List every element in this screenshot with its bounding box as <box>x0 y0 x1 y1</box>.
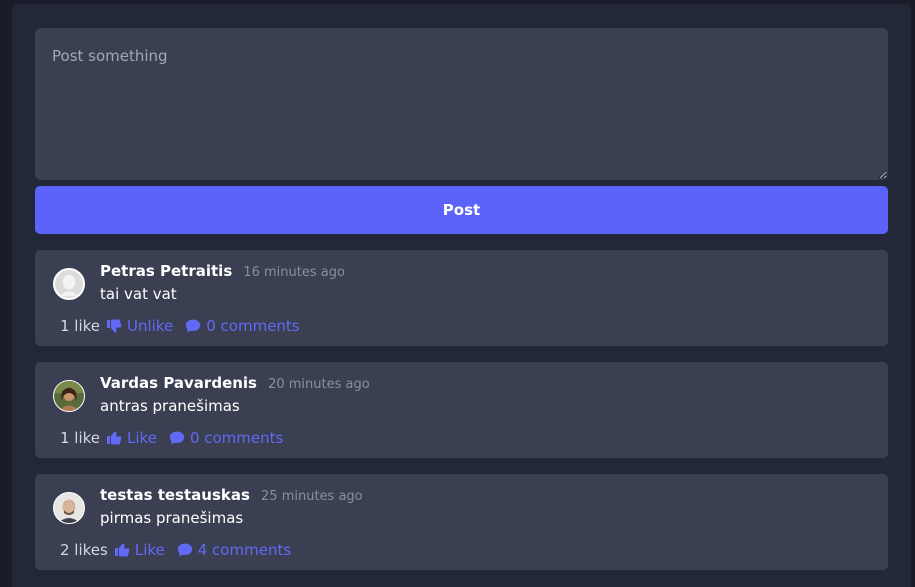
likes-count: 2 likes <box>60 541 108 559</box>
comment-icon <box>169 431 185 445</box>
post-header: Petras Petraitis 16 minutes ago <box>100 261 345 280</box>
like-action-label: Like <box>134 541 165 559</box>
post-actions: 2 likes Like 4 comments <box>60 541 303 559</box>
comments-count: 0 comments <box>206 317 300 335</box>
like-action-label: Like <box>127 429 157 447</box>
post-text: pirmas pranešimas <box>100 509 244 527</box>
comments-link[interactable]: 4 comments <box>177 541 291 559</box>
thumbs-up-icon <box>107 431 122 445</box>
thumbs-down-icon <box>107 319 122 333</box>
like-button[interactable]: Like <box>106 429 157 447</box>
like-action-label: Unlike <box>127 317 174 335</box>
user-photo-icon <box>54 381 84 411</box>
post-author[interactable]: testas testauskas <box>100 486 250 504</box>
like-button[interactable]: Like <box>114 541 165 559</box>
post-author[interactable]: Petras Petraitis <box>100 262 232 280</box>
post-timestamp: 20 minutes ago <box>268 377 370 392</box>
avatar[interactable] <box>53 492 85 524</box>
post-card: testas testauskas 25 minutes ago pirmas … <box>35 474 888 570</box>
post-button[interactable]: Post <box>35 186 888 234</box>
comments-count: 0 comments <box>189 429 284 447</box>
post-actions: 1 like Like 0 comments <box>60 429 295 447</box>
post-author[interactable]: Vardas Pavardenis <box>100 374 257 392</box>
post-feed: Petras Petraitis 16 minutes ago tai vat … <box>35 250 888 586</box>
post-text: antras pranešimas <box>100 397 240 415</box>
likes-count: 1 like <box>60 317 101 335</box>
post-card: Petras Petraitis 16 minutes ago tai vat … <box>35 250 888 346</box>
post-card: Vardas Pavardenis 20 minutes ago antras … <box>35 362 888 458</box>
post-header: Vardas Pavardenis 20 minutes ago <box>100 373 370 392</box>
post-text: tai vat vat <box>100 285 177 303</box>
post-timestamp: 16 minutes ago <box>243 265 345 280</box>
comments-link[interactable]: 0 comments <box>185 317 300 335</box>
thumbs-up-icon <box>114 543 130 557</box>
post-header: testas testauskas 25 minutes ago <box>100 485 363 504</box>
avatar[interactable] <box>53 380 85 412</box>
likes-count: 1 like <box>60 429 101 447</box>
user-photo-icon <box>54 493 84 523</box>
default-avatar-icon <box>54 269 84 299</box>
comment-icon <box>186 319 201 333</box>
post-actions: 1 like Unlike 0 comments <box>60 317 312 335</box>
unlike-button[interactable]: Unlike <box>106 317 173 335</box>
post-timestamp: 25 minutes ago <box>261 489 363 504</box>
comment-icon <box>177 543 192 557</box>
comments-count: 4 comments <box>197 541 292 559</box>
avatar[interactable] <box>53 268 85 300</box>
post-composer-input[interactable] <box>35 28 888 180</box>
comments-link[interactable]: 0 comments <box>169 429 283 447</box>
